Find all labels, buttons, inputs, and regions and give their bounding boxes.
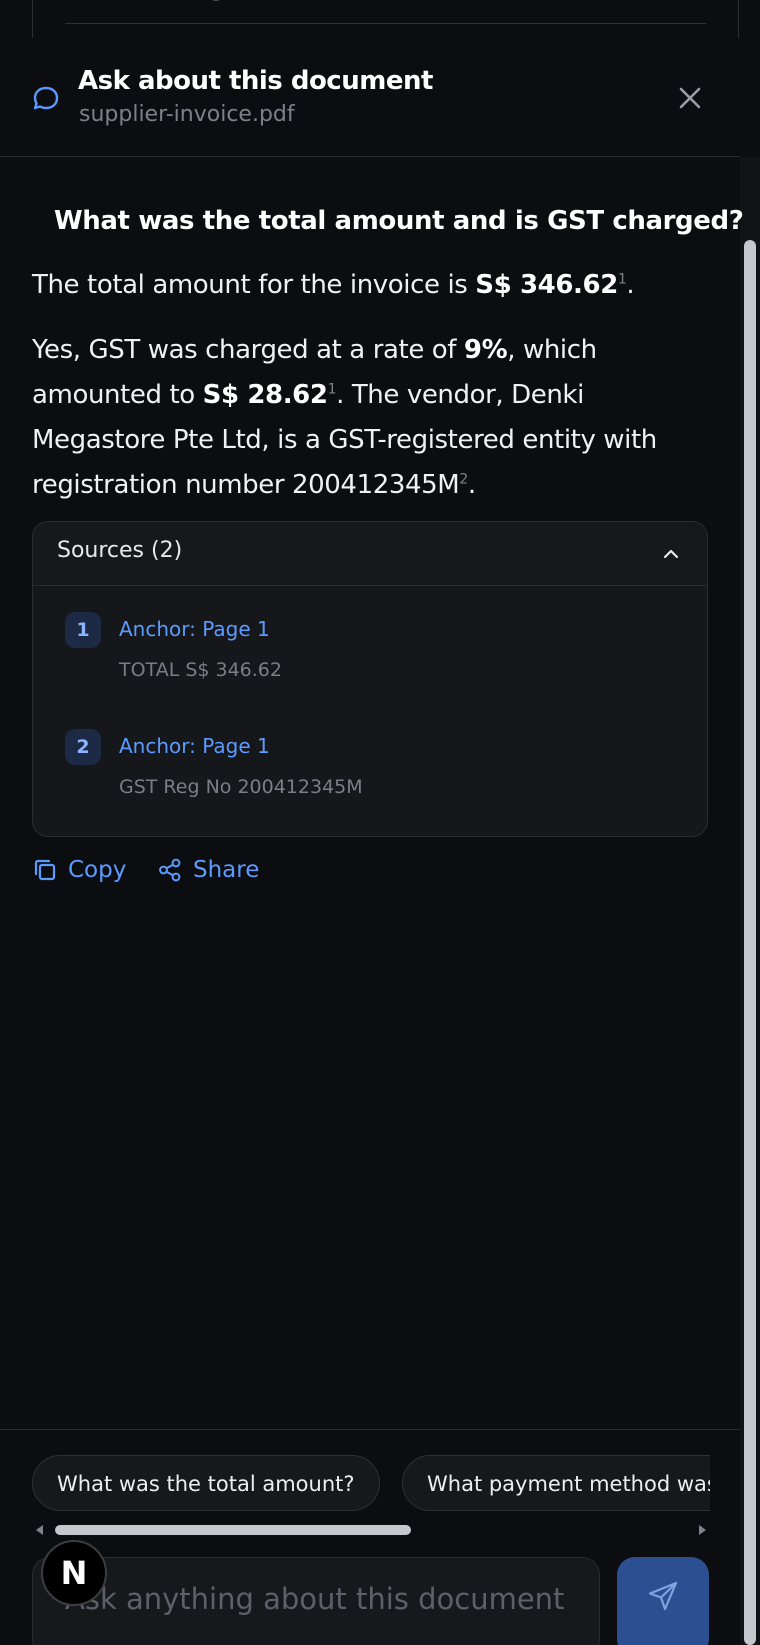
question-input[interactable] — [63, 1576, 587, 1622]
user-question: What was the total amount and is GST cha… — [54, 206, 744, 236]
close-icon[interactable] — [672, 80, 708, 116]
sources-toggle[interactable]: Sources (2) — [33, 522, 707, 586]
total-amount: S$ 346.62 — [475, 270, 618, 300]
source-excerpt: TOTAL S$ 346.62 — [119, 659, 282, 681]
scroll-right-arrow-icon[interactable] — [699, 1525, 706, 1535]
answer-text: amounted to — [32, 380, 203, 410]
answer-text: . — [626, 270, 635, 300]
document-filename: supplier-invoice.pdf — [79, 102, 295, 127]
send-icon — [648, 1581, 678, 1611]
answer-text: The total amount for the invoice is — [32, 270, 476, 300]
sources-title: Sources (2) — [57, 538, 183, 563]
citation-marker[interactable]: 2 — [459, 471, 468, 487]
answer-line: Megastore Pte Ltd, is a GST-registered e… — [32, 425, 657, 455]
copy-label: Copy — [68, 857, 127, 883]
chat-bubble-icon — [33, 86, 59, 110]
source-excerpt: GST Reg No 200412345M — [119, 776, 363, 798]
gst-amount: S$ 28.62 — [202, 380, 328, 410]
horizontal-scrollbar[interactable] — [32, 1522, 710, 1538]
send-button[interactable] — [617, 1557, 709, 1645]
horizontal-scrollbar-thumb[interactable] — [55, 1525, 411, 1535]
suggestion-chip[interactable]: What payment method was — [402, 1455, 710, 1511]
source-anchor-link[interactable]: Anchor: Page 1 — [119, 617, 270, 641]
source-anchor-link[interactable]: Anchor: Page 1 — [119, 734, 270, 758]
answer-line: registration number 200412345M2. — [32, 463, 722, 508]
suggestion-chips: What was the total amount? What payment … — [32, 1455, 710, 1513]
answer-paragraph-2: Yes, GST was charged at a rate of 9%, wh… — [32, 328, 722, 508]
answer-text: , which — [507, 335, 597, 365]
scroll-left-arrow-icon[interactable] — [36, 1525, 43, 1535]
question-input-container — [32, 1557, 600, 1645]
panel-header — [0, 38, 740, 157]
answer-text: . — [467, 470, 476, 500]
suggestion-chip[interactable]: What was the total amount? — [32, 1455, 380, 1511]
gst-rate: 9% — [463, 335, 508, 365]
app-badge[interactable]: N — [41, 1540, 107, 1606]
citation-marker[interactable]: 1 — [328, 381, 337, 397]
answer-line: amounted to S$ 28.621. The vendor, Denki — [32, 373, 722, 418]
chat-panel: Ask about this document supplier-invoice… — [0, 0, 760, 1645]
answer-paragraph-1: The total amount for the invoice is S$ 3… — [32, 270, 712, 300]
answer-text: Yes, GST was charged at a rate of — [32, 335, 464, 365]
share-icon — [159, 858, 181, 882]
previous-card-divider — [65, 23, 706, 24]
sources-panel: Sources (2) 1 Anchor: Page 1 TOTAL S$ 34… — [32, 521, 708, 837]
chevron-up-icon — [663, 549, 679, 559]
share-button[interactable]: Share — [157, 853, 259, 887]
answer-text: . The vendor, Denki — [336, 380, 584, 410]
previous-card-dot — [213, 0, 219, 1]
source-number: 1 — [65, 612, 101, 648]
copy-icon — [34, 859, 56, 881]
composer-divider — [0, 1429, 740, 1430]
share-label: Share — [193, 857, 260, 883]
copy-button[interactable]: Copy — [32, 853, 126, 887]
source-number: 2 — [65, 729, 101, 765]
vertical-scrollbar-thumb[interactable] — [744, 240, 756, 1645]
previous-card — [32, 0, 739, 38]
answer-text: registration number 200412345M — [32, 470, 460, 500]
answer-line: Yes, GST was charged at a rate of 9%, wh… — [32, 328, 722, 373]
panel-title: Ask about this document — [78, 66, 433, 96]
